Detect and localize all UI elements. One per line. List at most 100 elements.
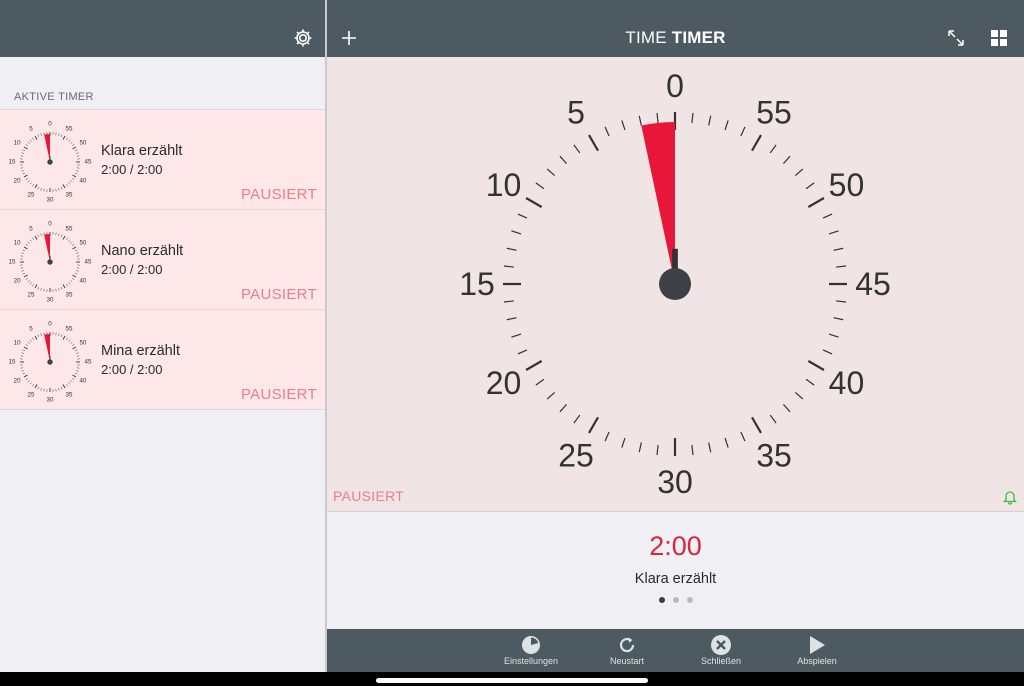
dial-label: 25 — [28, 391, 35, 398]
close-button[interactable]: Schließen — [676, 629, 766, 672]
dial-tick — [573, 414, 581, 424]
dial-tick — [72, 246, 77, 250]
dial-tick — [68, 239, 71, 242]
dial-label: 30 — [47, 397, 54, 404]
dial-label: 45 — [85, 359, 92, 366]
dial-tick — [828, 230, 839, 235]
timer-face-area[interactable]: 0 5 10 15 20 25 30 35 40 45 50 55 PAUSIERT — [327, 57, 1024, 512]
bottom-toolbar: Einstellungen Neustart Schließen Abspiel… — [327, 629, 1024, 672]
timer-row[interactable]: 0 5 10 15 20 25 30 35 40 45 50 55 Mina erzählt 2:00… — [0, 309, 325, 410]
dial-tick — [506, 317, 517, 321]
dial-tick — [23, 174, 28, 178]
dial-tick — [23, 274, 28, 278]
dial-tick — [37, 187, 40, 190]
expand-icon[interactable] — [944, 26, 968, 50]
dial-tick — [638, 115, 642, 126]
dial-tick — [43, 388, 45, 392]
dial-tick — [621, 120, 626, 131]
dial-tick — [75, 272, 78, 275]
sidebar: AKTIVE TIMER 0 5 10 15 20 25 30 35 40 45 50 55 Klar… — [0, 57, 325, 672]
dial-tick — [506, 247, 517, 251]
dial-tick — [22, 249, 25, 252]
dial-tick — [22, 172, 25, 175]
play-button[interactable]: Abspielen — [772, 629, 862, 672]
dial-label: 0 — [48, 121, 52, 128]
timer-status: PAUSIERT — [240, 386, 317, 403]
timer-row[interactable]: 0 5 10 15 20 25 30 35 40 45 50 55 Nano erzählt 2:00… — [0, 209, 325, 310]
settings-button[interactable]: Einstellungen — [486, 629, 576, 672]
dial-tick — [29, 282, 32, 285]
dial-tick — [32, 184, 35, 187]
dial-tick — [40, 188, 42, 191]
dial-tick — [22, 372, 25, 375]
dial-center-knob — [47, 159, 53, 165]
dial-tick — [724, 437, 729, 448]
dial-tick — [43, 332, 45, 336]
dial-tick — [21, 270, 24, 272]
dial-tick — [62, 235, 66, 240]
page-indicator[interactable] — [327, 597, 1024, 603]
dial-tick — [43, 232, 45, 236]
dial-tick — [55, 388, 57, 392]
dial-label: 0 — [48, 221, 52, 228]
timer-row[interactable]: 0 5 10 15 20 25 30 35 40 45 50 55 Klara erzählt 2:0… — [0, 109, 325, 210]
dial-tick — [70, 141, 73, 144]
dial-label: 20 — [14, 178, 21, 185]
dial-tick — [782, 155, 791, 165]
gear-icon[interactable] — [291, 26, 315, 50]
dial-tick — [708, 115, 712, 126]
dial-tick — [43, 188, 45, 192]
dial-tick — [805, 378, 815, 386]
dial-tick — [29, 182, 32, 185]
dial-tick — [34, 135, 38, 140]
dial-tick — [65, 337, 68, 340]
dial-tick — [546, 168, 556, 177]
dial-tick — [27, 241, 30, 244]
dial-tick — [23, 146, 28, 150]
restart-button[interactable]: Neustart — [582, 629, 672, 672]
settings-label: Einstellungen — [503, 656, 559, 666]
dial-tick — [20, 155, 24, 157]
dial-tick — [58, 288, 60, 291]
page-dot[interactable] — [672, 597, 679, 603]
dial-label: 15 — [9, 159, 16, 166]
dial-tick — [807, 360, 825, 371]
dial-tick — [23, 346, 28, 350]
dial-tick — [751, 134, 762, 152]
dial-label: 10 — [14, 340, 21, 347]
dial-tick — [43, 288, 45, 292]
dial-tick — [29, 382, 32, 385]
dial-tick — [724, 120, 729, 131]
dial-tick — [782, 403, 791, 413]
dial-label: 45 — [855, 266, 891, 302]
page-dot[interactable] — [658, 597, 665, 603]
dial-label: 15 — [459, 266, 495, 302]
dial-tick — [65, 284, 68, 287]
dial-tick — [55, 132, 57, 136]
grid-icon[interactable] — [987, 26, 1011, 50]
dial-label: 30 — [657, 464, 693, 500]
dial-tick — [503, 300, 514, 303]
restart-label: Neustart — [609, 656, 644, 666]
dial-tick — [65, 184, 68, 187]
play-icon — [810, 636, 825, 654]
dial-tick — [769, 144, 777, 154]
app-title-light: TIME — [625, 28, 667, 47]
mini-timer-dial: 0 5 10 15 20 25 30 35 40 45 50 55 — [9, 321, 92, 404]
dial-tick — [76, 155, 80, 157]
dial-tick — [656, 445, 659, 456]
dial-tick — [34, 284, 38, 289]
dial-label: 5 — [29, 126, 33, 133]
dial-tick — [25, 177, 28, 180]
dial-tick — [72, 244, 75, 247]
page-dot[interactable] — [686, 597, 693, 603]
dial-tick — [75, 249, 78, 252]
bell-icon[interactable] — [1002, 489, 1018, 505]
time-wedge — [44, 134, 50, 162]
dial-tick — [25, 244, 28, 247]
timer-dial[interactable]: 0 5 10 15 20 25 30 35 40 45 50 55 — [327, 57, 1024, 512]
dial-center-knob — [47, 359, 53, 365]
dial-tick — [32, 237, 35, 240]
dial-tick — [794, 391, 804, 400]
dial-tick — [22, 149, 25, 152]
